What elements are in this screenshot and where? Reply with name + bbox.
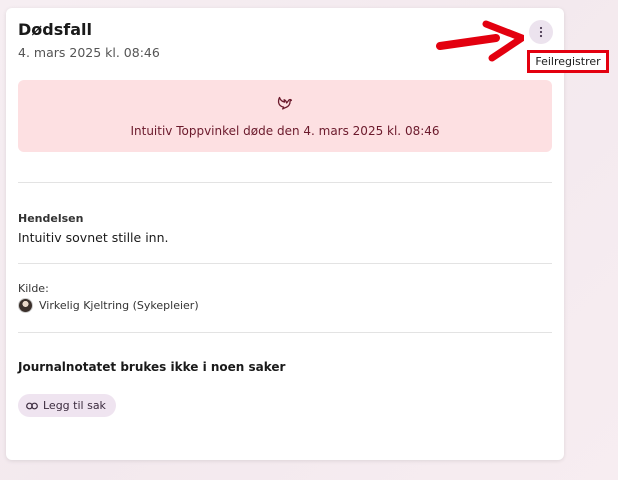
avatar (18, 298, 33, 313)
link-icon (26, 402, 38, 409)
source-name: Virkelig Kjeltring (Sykepleier) (39, 299, 199, 312)
source-label: Kilde: (18, 282, 49, 295)
annotation-arrow-icon (436, 20, 524, 62)
more-vertical-icon (539, 26, 543, 38)
more-options-button[interactable] (529, 20, 553, 44)
dove-icon (277, 96, 293, 110)
event-value: Intuitiv sovnet stille inn. (18, 230, 169, 245)
menu-item-feilregistrer[interactable]: Feilregistrer (535, 55, 600, 68)
add-case-button[interactable]: Legg til sak (18, 394, 116, 417)
death-record-card: Dødsfall 4. mars 2025 kl. 08:46 Intuitiv… (6, 8, 564, 460)
card-title: Dødsfall (18, 20, 92, 39)
source-row: Virkelig Kjeltring (Sykepleier) (18, 298, 199, 313)
menu-popup: Feilregistrer (527, 50, 609, 73)
event-label: Hendelsen (18, 212, 84, 225)
divider (18, 182, 552, 183)
divider (18, 263, 552, 264)
add-case-button-label: Legg til sak (43, 399, 106, 412)
death-banner-text: Intuitiv Toppvinkel døde den 4. mars 202… (130, 124, 440, 138)
card-date: 4. mars 2025 kl. 08:46 (18, 45, 160, 60)
journal-status-text: Journalnotatet brukes ikke i noen saker (18, 360, 286, 374)
death-banner: Intuitiv Toppvinkel døde den 4. mars 202… (18, 80, 552, 152)
divider (18, 332, 552, 333)
